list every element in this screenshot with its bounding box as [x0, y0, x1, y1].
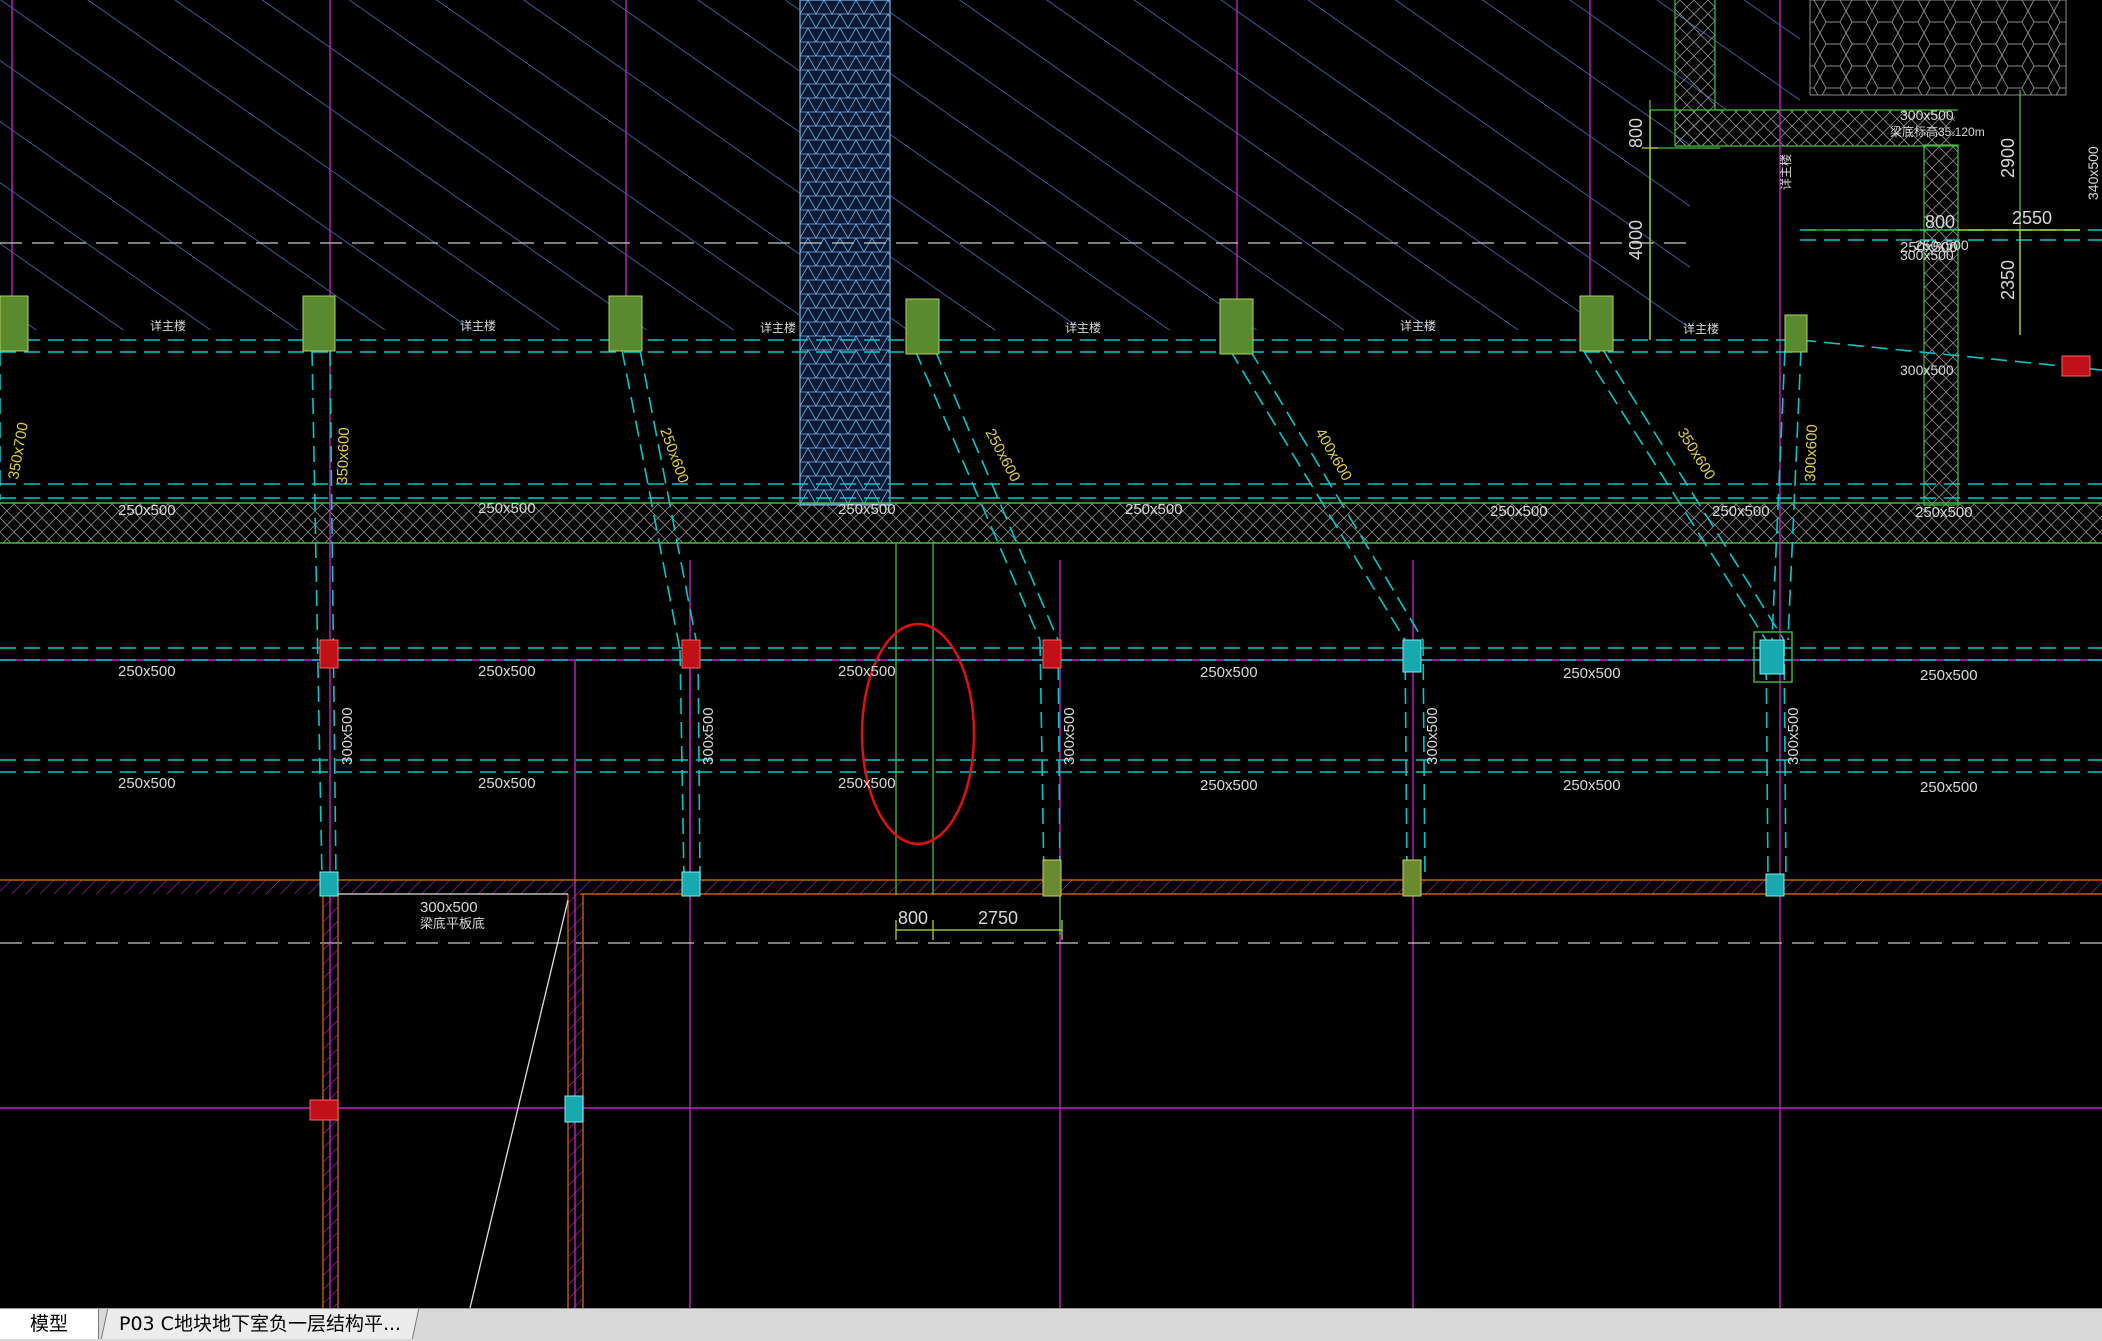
vert-beam-label: 300x500 [339, 707, 356, 765]
beam-label: 250x500 [478, 775, 536, 792]
cad-drawing-canvas[interactable]: 250x500 250x500 250x500 250x500 250x500 … [0, 0, 2102, 1308]
beam-label: 250x500 [1920, 779, 1978, 796]
layout-tab-bar: 模型 P03 C地块地下室负一层结构平... [0, 1308, 2102, 1341]
beam-label: 250x500 [1125, 501, 1183, 518]
diag-beam-label: 350x700 [5, 421, 32, 481]
vert-beam-label: 300x500 [1061, 707, 1078, 765]
beam-label: 250x500 [1915, 504, 1973, 521]
detail-note: 详主楼 [460, 318, 496, 333]
vert-beam-label: 300x500 [1424, 707, 1441, 765]
dimension-text: 800 [898, 908, 928, 928]
tab-layout-p03[interactable]: P03 C地块地下室负一层结构平... [100, 1309, 420, 1339]
tab-model[interactable]: 模型 [0, 1309, 99, 1339]
beam-label: 250x500 [1490, 503, 1548, 520]
dimension-text: 2750 [978, 908, 1018, 928]
dimension-text: 800 [1626, 118, 1646, 148]
tab-layout-label: P03 C地块地下室负一层结构平... [119, 1313, 402, 1335]
side-beam-label: 340x500 [2085, 146, 2101, 200]
ramp-beam-label: 300x500 [420, 899, 478, 916]
side-beam-label: 300x500 [1900, 362, 1954, 378]
side-beam-label: 300x500 [1900, 107, 1954, 123]
beam-label: 250x500 [838, 663, 896, 680]
elevation-note: 梁底标高35.120m [1890, 124, 1985, 139]
beam-label: 250x500 [478, 663, 536, 680]
dimension-text: 4000 [1626, 220, 1646, 260]
beam-label: 250x500 [1563, 665, 1621, 682]
beam-label: 250x500 [118, 502, 176, 519]
beam-label: 250x500 [1712, 503, 1770, 520]
beam-label: 250x500 [1200, 777, 1258, 794]
diag-beam-label: 300x600 [1802, 424, 1821, 482]
beam-label: 250x500 [1563, 777, 1621, 794]
detail-note: 详主楼 [1683, 321, 1719, 336]
wall-vertical-right [1924, 145, 1958, 505]
diag-beam-label: 250x600 [981, 426, 1023, 485]
vert-beam-label: 300x500 [700, 707, 717, 765]
diag-beam-label: 400x600 [1312, 426, 1356, 484]
beam-label: 250x500 [1200, 664, 1258, 681]
dimension-text: 2900 [1998, 138, 2018, 178]
dimension-text: 800 [1925, 212, 1955, 232]
detail-note: 详主楼 [1065, 320, 1101, 335]
beam-label: 250x500 [478, 500, 536, 517]
dimension-text: 2550 [2012, 208, 2052, 228]
beam-label: 250x500 [118, 775, 176, 792]
dimension-text: 2350 [1998, 260, 2018, 300]
annotation-circle [860, 622, 976, 846]
diag-beam-label: 350x600 [334, 427, 353, 485]
ramp-note: 梁底平板底 [420, 916, 485, 931]
side-beam-label: 300x500 [1900, 247, 1954, 263]
diag-beam-label: 250x600 [656, 426, 692, 486]
beam-label: 250x500 [838, 775, 896, 792]
detail-note: 详主楼 [1400, 318, 1436, 333]
beam-label: 250x500 [838, 501, 896, 518]
beam-label: 250x500 [1920, 667, 1978, 684]
vertical-note: 详主楼 [1778, 154, 1793, 190]
vert-beam-label: 300x500 [1785, 707, 1802, 765]
detail-note: 详主楼 [760, 320, 796, 335]
beam-label: 250x500 [118, 663, 176, 680]
hex-hatch [1810, 0, 2066, 95]
detail-note: 详主楼 [150, 318, 186, 333]
